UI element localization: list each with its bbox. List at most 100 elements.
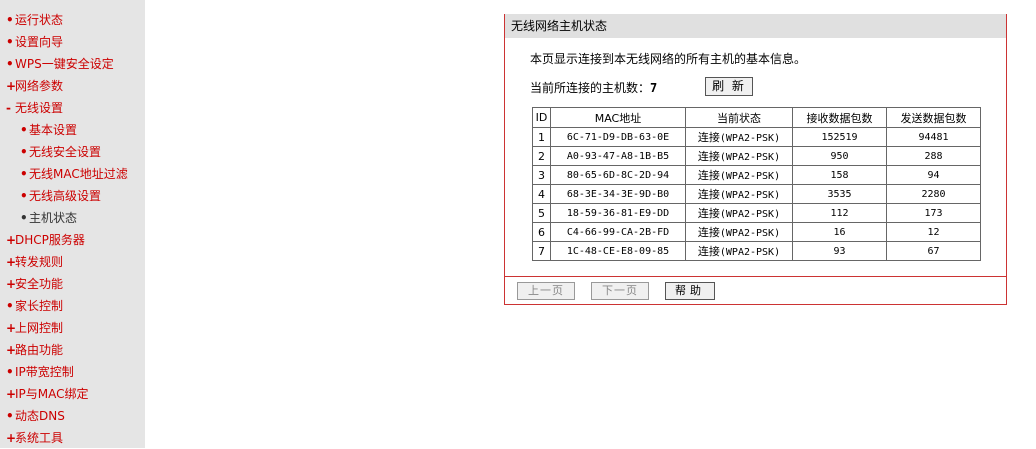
table-row: 4 68-3E-34-3E-9D-B0 连接(WPA2-PSK) 3535 22… — [532, 184, 981, 204]
state-mode: (WPA2-PSK) — [719, 228, 781, 239]
cell-rx: 950 — [792, 146, 887, 166]
sidebar-item-label: 无线MAC地址过滤 — [29, 167, 128, 181]
sidebar-item-label: 安全功能 — [15, 277, 64, 291]
sidebar-item-access-control[interactable]: +上网控制 — [6, 317, 63, 339]
table-row: 3 80-65-6D-8C-2D-94 连接(WPA2-PSK) 158 94 — [532, 165, 981, 185]
help-button[interactable]: 帮助 — [665, 282, 715, 300]
cell-rx: 158 — [792, 165, 887, 185]
sidebar-item-label: 无线高级设置 — [29, 189, 102, 203]
cell-rx: 16 — [792, 222, 887, 242]
plus-icon: + — [6, 387, 17, 401]
bullet-icon: • — [20, 123, 28, 137]
state-text: 连接 — [697, 245, 720, 258]
sidebar-item-host-status[interactable]: •主机状态 — [20, 207, 77, 229]
minus-icon: - — [6, 101, 11, 115]
cell-id: 4 — [532, 184, 551, 204]
cell-id: 5 — [532, 203, 551, 223]
state-text: 连接 — [697, 226, 720, 239]
sidebar-item-wireless-advanced[interactable]: •无线高级设置 — [20, 185, 101, 207]
cell-mac: 68-3E-34-3E-9D-B0 — [550, 184, 686, 204]
state-text: 连接 — [697, 169, 720, 182]
state-mode: (WPA2-PSK) — [719, 190, 781, 201]
cell-state: 连接(WPA2-PSK) — [685, 184, 793, 204]
sidebar-item-label: 设置向导 — [15, 35, 64, 49]
host-count-label: 当前所连接的主机数： — [530, 81, 651, 95]
sidebar-item-label: 家长控制 — [15, 299, 64, 313]
sidebar-item-wireless[interactable]: - 无线设置 — [6, 97, 63, 119]
state-text: 连接 — [697, 188, 720, 201]
sidebar-item-basic-settings[interactable]: •基本设置 — [20, 119, 77, 141]
column-header-tx: 发送数据包数 — [886, 107, 981, 128]
cell-tx: 173 — [886, 203, 981, 223]
panel-divider — [505, 276, 1006, 277]
cell-state: 连接(WPA2-PSK) — [685, 127, 793, 147]
sidebar-item-dhcp[interactable]: +DHCP服务器 — [6, 229, 85, 251]
cell-id: 7 — [532, 241, 551, 261]
sidebar-item-label: 转发规则 — [15, 255, 64, 269]
sidebar-item-label: 动态DNS — [15, 409, 65, 423]
state-mode: (WPA2-PSK) — [719, 247, 781, 258]
sidebar-item-routing[interactable]: +路由功能 — [6, 339, 63, 361]
sidebar-item-ddns[interactable]: •动态DNS — [6, 405, 65, 427]
cell-mac: C4-66-99-CA-2B-FD — [550, 222, 686, 242]
state-text: 连接 — [697, 150, 720, 163]
sidebar-item-ip-mac-binding[interactable]: +IP与MAC绑定 — [6, 383, 89, 405]
cell-tx: 94 — [886, 165, 981, 185]
cell-mac: 18-59-36-81-E9-DD — [550, 203, 686, 223]
bullet-icon: • — [6, 57, 14, 71]
plus-icon: + — [6, 233, 17, 247]
table-row: 7 1C-48-CE-E8-09-85 连接(WPA2-PSK) 93 67 — [532, 241, 981, 261]
cell-id: 2 — [532, 146, 551, 166]
plus-icon: + — [6, 255, 17, 269]
state-mode: (WPA2-PSK) — [719, 171, 781, 182]
plus-icon: + — [6, 343, 17, 357]
table-row: 2 A0-93-47-A8-1B-B5 连接(WPA2-PSK) 950 288 — [532, 146, 981, 166]
state-mode: (WPA2-PSK) — [719, 152, 781, 163]
table-row: 5 18-59-36-81-E9-DD 连接(WPA2-PSK) 112 173 — [532, 203, 981, 223]
cell-tx: 2280 — [886, 184, 981, 204]
prev-page-button[interactable]: 上一页 — [517, 282, 575, 300]
sidebar-item-network[interactable]: +网络参数 — [6, 75, 63, 97]
cell-state: 连接(WPA2-PSK) — [685, 146, 793, 166]
bullet-icon: • — [6, 13, 14, 27]
sidebar-menu: •运行状态 •设置向导 •WPS一键安全设定 +网络参数 - 无线设置 •基本设置… — [0, 0, 145, 448]
sidebar-item-running-status[interactable]: •运行状态 — [6, 9, 63, 31]
next-page-button[interactable]: 下一页 — [591, 282, 649, 300]
cell-state: 连接(WPA2-PSK) — [685, 165, 793, 185]
cell-rx: 93 — [792, 241, 887, 261]
bullet-icon: • — [6, 409, 14, 423]
bullet-icon: • — [6, 35, 14, 49]
sidebar-item-setup-wizard[interactable]: •设置向导 — [6, 31, 63, 53]
plus-icon: + — [6, 321, 17, 335]
bullet-icon: • — [20, 211, 28, 225]
sidebar-item-security[interactable]: +安全功能 — [6, 273, 63, 295]
host-count-value: 7 — [650, 81, 658, 95]
column-header-mac: MAC地址 — [550, 107, 686, 128]
sidebar-item-label: WPS一键安全设定 — [15, 57, 114, 71]
cell-mac: 1C-48-CE-E8-09-85 — [550, 241, 686, 261]
refresh-button[interactable]: 刷 新 — [705, 77, 753, 96]
sidebar-item-label: 网络参数 — [15, 79, 64, 93]
sidebar-item-parental-control[interactable]: •家长控制 — [6, 295, 63, 317]
state-mode: (WPA2-PSK) — [719, 209, 781, 220]
cell-id: 3 — [532, 165, 551, 185]
plus-icon: + — [6, 277, 17, 291]
sidebar-item-wireless-security[interactable]: •无线安全设置 — [20, 141, 101, 163]
sidebar-item-forwarding[interactable]: +转发规则 — [6, 251, 63, 273]
sidebar-item-system-tools[interactable]: +系统工具 — [6, 427, 63, 449]
state-mode: (WPA2-PSK) — [719, 133, 781, 144]
bullet-icon: • — [20, 189, 28, 203]
cell-state: 连接(WPA2-PSK) — [685, 241, 793, 261]
sidebar-item-label: 路由功能 — [15, 343, 64, 357]
column-header-state: 当前状态 — [685, 107, 793, 128]
cell-tx: 12 — [886, 222, 981, 242]
bullet-icon: • — [20, 167, 28, 181]
sidebar-item-label: 上网控制 — [15, 321, 64, 335]
panel-title: 无线网络主机状态 — [511, 19, 608, 33]
sidebar-item-bandwidth[interactable]: •IP带宽控制 — [6, 361, 74, 383]
sidebar-item-mac-filter[interactable]: •无线MAC地址过滤 — [20, 163, 128, 185]
sidebar-item-wps[interactable]: •WPS一键安全设定 — [6, 53, 114, 75]
sidebar-item-label: 基本设置 — [29, 123, 78, 137]
state-text: 连接 — [697, 207, 720, 220]
cell-rx: 112 — [792, 203, 887, 223]
